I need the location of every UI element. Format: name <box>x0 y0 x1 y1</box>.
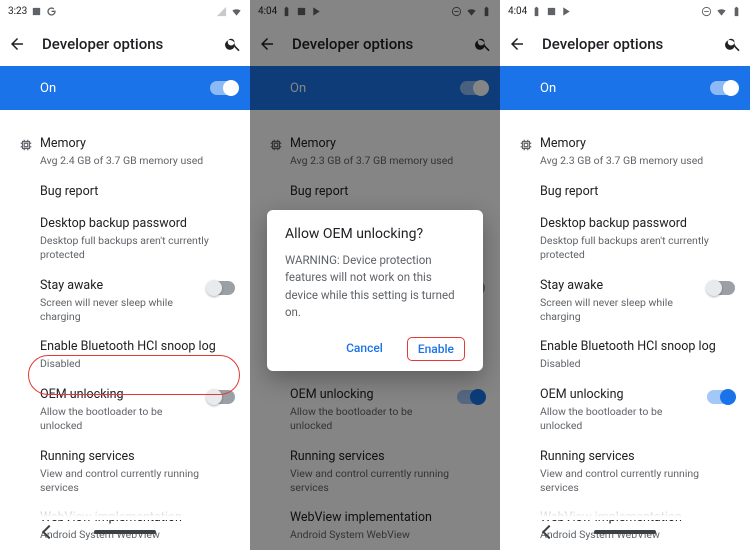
highlight-oem-annotation <box>28 355 240 395</box>
phone-screen-1: 3:23 Developer options On Memory Avg 2.4 … <box>0 0 250 550</box>
nav-back-icon[interactable] <box>542 525 556 539</box>
phone-screen-2: 4:04 Developer options On MemoryAvg 2.3 … <box>250 0 500 550</box>
backup-sub: Desktop full backups aren't currently pr… <box>540 234 738 261</box>
back-icon[interactable] <box>8 35 26 53</box>
row-memory[interactable]: Memory Avg 2.3 GB of 3.7 GB memory used <box>500 128 750 176</box>
master-toggle-switch[interactable] <box>710 81 738 95</box>
running-title: Running services <box>40 449 238 465</box>
navigation-bar <box>0 514 250 550</box>
stay-sub: Screen will never sleep while charging <box>540 296 704 323</box>
settings-list: Memory Avg 2.3 GB of 3.7 GB memory used B… <box>500 110 750 550</box>
master-toggle-bar[interactable]: On <box>500 66 750 110</box>
master-toggle-switch[interactable] <box>210 81 238 95</box>
memory-title: Memory <box>40 136 238 152</box>
row-hci-snoop[interactable]: Enable Bluetooth HCI snoop log Disabled <box>500 331 750 379</box>
status-time: 3:23 <box>8 6 27 17</box>
back-icon[interactable] <box>508 35 526 53</box>
nav-home-pill[interactable] <box>594 530 656 534</box>
backup-title: Desktop backup password <box>540 216 738 232</box>
row-running-services[interactable]: Running services View and control current… <box>0 441 250 503</box>
app-bar: Developer options <box>500 22 750 66</box>
oem-sub: Allow the bootloader to be unlocked <box>40 405 204 432</box>
screenshot-icon <box>546 6 557 17</box>
dialog-message: WARNING: Device protection features will… <box>285 252 465 321</box>
hci-title: Enable Bluetooth HCI snoop log <box>40 339 238 355</box>
memory-chip-icon <box>19 138 33 152</box>
search-icon[interactable] <box>724 35 742 53</box>
enable-button[interactable]: Enable <box>407 337 465 361</box>
screenshot-icon <box>31 6 42 17</box>
memory-chip-icon <box>519 138 533 152</box>
stay-sub: Screen will never sleep while charging <box>40 296 204 323</box>
master-toggle-label: On <box>540 81 710 96</box>
battery-status-icon <box>731 6 742 17</box>
row-running-services[interactable]: Running services View and control current… <box>500 441 750 503</box>
row-stay-awake[interactable]: Stay awake Screen will never sleep while … <box>500 270 750 332</box>
hci-title: Enable Bluetooth HCI snoop log <box>540 339 738 355</box>
nav-back-icon[interactable] <box>42 525 56 539</box>
stay-awake-switch[interactable] <box>707 281 735 295</box>
stay-awake-switch[interactable] <box>207 281 235 295</box>
search-icon[interactable] <box>224 35 242 53</box>
page-title: Developer options <box>42 35 208 53</box>
status-bar: 4:04 <box>500 0 750 22</box>
memory-sub: Avg 2.3 GB of 3.7 GB memory used <box>540 154 738 168</box>
backup-sub: Desktop full backups aren't currently pr… <box>40 234 238 261</box>
settings-list: Memory Avg 2.4 GB of 3.7 GB memory used B… <box>0 110 250 550</box>
memory-title: Memory <box>540 136 738 152</box>
wifi-icon <box>716 6 727 17</box>
row-bug-report[interactable]: Bug report <box>500 176 750 208</box>
bug-title: Bug report <box>540 184 738 200</box>
oem-title: OEM unlocking <box>540 387 704 403</box>
oem-confirm-dialog: Allow OEM unlocking? WARNING: Device pro… <box>267 210 483 371</box>
master-toggle-label: On <box>40 81 210 96</box>
row-memory[interactable]: Memory Avg 2.4 GB of 3.7 GB memory used <box>0 128 250 176</box>
memory-sub: Avg 2.4 GB of 3.7 GB memory used <box>40 154 238 168</box>
running-sub: View and control currently running servi… <box>40 467 238 494</box>
battery-icon <box>531 6 542 17</box>
stay-title: Stay awake <box>540 278 704 294</box>
row-bug-report[interactable]: Bug report <box>0 176 250 208</box>
phone-screen-3: 4:04 Developer options On Memory Avg 2.3 … <box>500 0 750 550</box>
running-sub: View and control currently running servi… <box>540 467 738 494</box>
dnd-icon <box>701 6 712 17</box>
backup-title: Desktop backup password <box>40 216 238 232</box>
bug-title: Bug report <box>40 184 238 200</box>
status-bar: 3:23 <box>0 0 250 22</box>
status-time: 4:04 <box>508 6 527 17</box>
wifi-icon <box>231 6 242 17</box>
dialog-title: Allow OEM unlocking? <box>285 226 465 242</box>
google-icon <box>46 6 57 17</box>
row-backup-password[interactable]: Desktop backup password Desktop full back… <box>0 208 250 270</box>
master-toggle-bar[interactable]: On <box>0 66 250 110</box>
cancel-button[interactable]: Cancel <box>340 337 389 361</box>
navigation-bar <box>500 514 750 550</box>
nav-home-pill[interactable] <box>94 530 156 534</box>
oem-sub: Allow the bootloader to be unlocked <box>540 405 704 432</box>
running-title: Running services <box>540 449 738 465</box>
page-title: Developer options <box>542 35 708 53</box>
hci-sub: Disabled <box>540 357 738 371</box>
signal-icon <box>216 6 227 17</box>
app-bar: Developer options <box>0 22 250 66</box>
row-stay-awake[interactable]: Stay awake Screen will never sleep while … <box>0 270 250 332</box>
row-oem-unlocking[interactable]: OEM unlocking Allow the bootloader to be … <box>500 379 750 441</box>
oem-switch[interactable] <box>707 390 735 404</box>
play-store-icon <box>561 6 572 17</box>
row-backup-password[interactable]: Desktop backup password Desktop full back… <box>500 208 750 270</box>
stay-title: Stay awake <box>40 278 204 294</box>
